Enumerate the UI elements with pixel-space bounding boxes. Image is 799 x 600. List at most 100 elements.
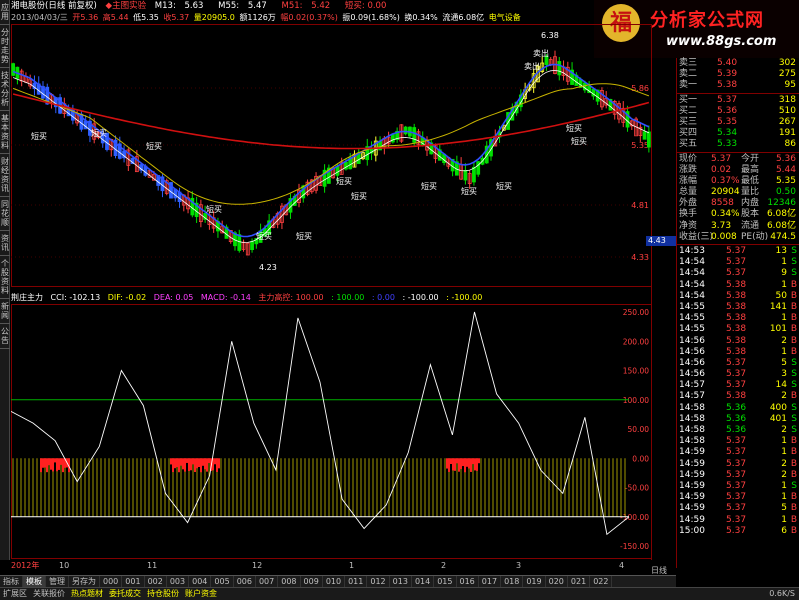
- indicator-tab-016[interactable]: 016: [457, 576, 479, 587]
- tick-time: 14:56: [679, 357, 705, 368]
- stat-value: 6.08亿: [766, 209, 796, 220]
- tick-time: 14:55: [679, 324, 705, 335]
- tick-row: 14:58 5.36 400 S: [677, 403, 799, 414]
- indicator-tab-000[interactable]: 000: [100, 576, 123, 587]
- status-button-2[interactable]: 热点题材: [68, 588, 106, 600]
- tick-price: 5.37: [726, 503, 747, 514]
- info-sector: 电气设备: [488, 13, 521, 22]
- tick-side: B: [790, 279, 797, 290]
- indicator-tab-011[interactable]: 011: [345, 576, 368, 587]
- status-button-1[interactable]: 关联报价: [30, 588, 68, 600]
- left-tab-7[interactable]: 个股资料: [0, 256, 10, 299]
- indicator-tab-009[interactable]: 009: [301, 576, 323, 587]
- info-high: 高5.44: [102, 13, 129, 22]
- info-volume: 量20905.0: [193, 13, 235, 22]
- m51-value: 5.42: [311, 1, 331, 11]
- indicator-tab-015[interactable]: 015: [434, 576, 457, 587]
- stat-value: 0.34%: [711, 209, 740, 220]
- indicator-tab-001[interactable]: 001: [122, 576, 145, 587]
- x-tick-label: 10: [59, 561, 70, 570]
- status-button-0[interactable]: 扩展区: [0, 588, 30, 600]
- tick-price: 5.38: [726, 324, 747, 335]
- indicator-tab-管理[interactable]: 管理: [46, 576, 69, 587]
- ask-label: 卖二: [679, 69, 698, 80]
- line-value-3: : -100.00: [402, 293, 439, 302]
- left-tab-4[interactable]: 财经资讯: [0, 154, 10, 197]
- indicator-tab-020[interactable]: 020: [546, 576, 568, 587]
- tick-side: B: [790, 503, 797, 514]
- tick-price: 5.36: [726, 425, 747, 435]
- tick-time: 14:54: [679, 257, 705, 268]
- left-tab-9[interactable]: 公告: [0, 324, 10, 349]
- indicator-tab-005[interactable]: 005: [211, 576, 234, 587]
- ask-row: 卖二 5.39 275: [677, 69, 799, 80]
- left-tab-6[interactable]: 资讯: [0, 231, 10, 256]
- signal-annotation: 短买: [31, 131, 47, 141]
- x-tick-label: 1: [349, 561, 355, 570]
- indicator-tab-013[interactable]: 013: [390, 576, 412, 587]
- status-button-5[interactable]: 账户资金: [182, 588, 220, 600]
- tick-row: 14:58 5.37 1 B: [677, 436, 799, 447]
- indicator-tab-017[interactable]: 017: [479, 576, 502, 587]
- tick-time: 14:56: [679, 369, 705, 380]
- left-tab-0[interactable]: 应用: [0, 0, 10, 25]
- tick-time: 14:58: [679, 436, 705, 447]
- tick-volume: 2: [781, 425, 787, 435]
- indicator-tab-003[interactable]: 003: [167, 576, 190, 587]
- tick-row: 14:58 5.36 2 S: [677, 425, 799, 436]
- stat-value: 5.35: [775, 175, 796, 186]
- indicator-name[interactable]: ◆主图实验: [106, 1, 147, 11]
- indicator-tab-另存为[interactable]: 另存为: [69, 576, 100, 587]
- tick-time: 14:55: [679, 313, 705, 324]
- stats-row: 涨跌 0.02 最高 5.44: [677, 165, 799, 176]
- tick-side: S: [791, 257, 797, 268]
- cci-tick-label: 200.00: [623, 337, 649, 346]
- indicator-tab-002[interactable]: 002: [145, 576, 167, 587]
- indicator-tab-指标[interactable]: 指标: [0, 576, 23, 587]
- indicator-tab-007[interactable]: 007: [256, 576, 279, 587]
- stat-label: 净资: [679, 220, 698, 231]
- indicator-tab-022[interactable]: 022: [590, 576, 613, 587]
- ask-price: 5.38: [717, 80, 738, 91]
- tick-row: 14:59 5.37 1 B: [677, 492, 799, 503]
- tick-list[interactable]: 14:53 5.37 13 S 14:54 5.37 1 S 14:54 5.37 9 S 14:54 5…: [677, 246, 799, 537]
- bid-price: 5.36: [717, 105, 738, 116]
- cci-value: CCI: -102.13: [50, 293, 101, 302]
- indicator-tab-021[interactable]: 021: [568, 576, 591, 587]
- macd-value: MACD: -0.14: [200, 293, 251, 302]
- bid-volume: 267: [778, 116, 796, 127]
- indicator-tab-010[interactable]: 010: [323, 576, 346, 587]
- left-tab-5[interactable]: 同花顺: [0, 197, 10, 231]
- indicator-tab-008[interactable]: 008: [278, 576, 301, 587]
- left-tab-3[interactable]: 基本资料: [0, 111, 10, 154]
- left-tab-1[interactable]: 分时走势: [0, 25, 10, 68]
- left-tab-8[interactable]: 新闻: [0, 299, 10, 324]
- status-button-4[interactable]: 持仓股份: [144, 588, 182, 600]
- stat-label: 今开: [741, 153, 760, 164]
- tick-side: B: [790, 391, 797, 402]
- indicator-tab-004[interactable]: 004: [189, 576, 212, 587]
- status-button-3[interactable]: 委托成交: [106, 588, 144, 600]
- indicator-tab-018[interactable]: 018: [501, 576, 524, 587]
- candle-body: [463, 169, 468, 181]
- tick-side: S: [791, 402, 797, 413]
- tick-side: S: [791, 246, 797, 256]
- tick-time: 14:54: [679, 290, 705, 301]
- tick-row: 14:55 5.38 1 B: [677, 313, 799, 324]
- line-value-4: : -100.00: [446, 293, 483, 302]
- indicator-tab-006[interactable]: 006: [234, 576, 256, 587]
- tick-side: B: [790, 290, 797, 301]
- stat-label: 换手: [679, 209, 698, 220]
- indicator-tab-014[interactable]: 014: [412, 576, 435, 587]
- x-tick-label: 2: [441, 561, 447, 570]
- indicator-tab-模板[interactable]: 模板: [23, 576, 46, 587]
- ask-label: 卖一: [679, 80, 698, 91]
- left-tab-2[interactable]: 技术分析: [0, 68, 10, 111]
- indicator-tab-012[interactable]: 012: [367, 576, 390, 587]
- indicator-tab-019[interactable]: 019: [523, 576, 546, 587]
- stat-value: 5.37: [711, 153, 732, 164]
- signal-annotation: 短买: [571, 136, 587, 146]
- info-change: 幅0.02(0.37%): [280, 13, 338, 22]
- indicator-pane-border: [11, 304, 652, 559]
- tick-side: B: [790, 335, 797, 346]
